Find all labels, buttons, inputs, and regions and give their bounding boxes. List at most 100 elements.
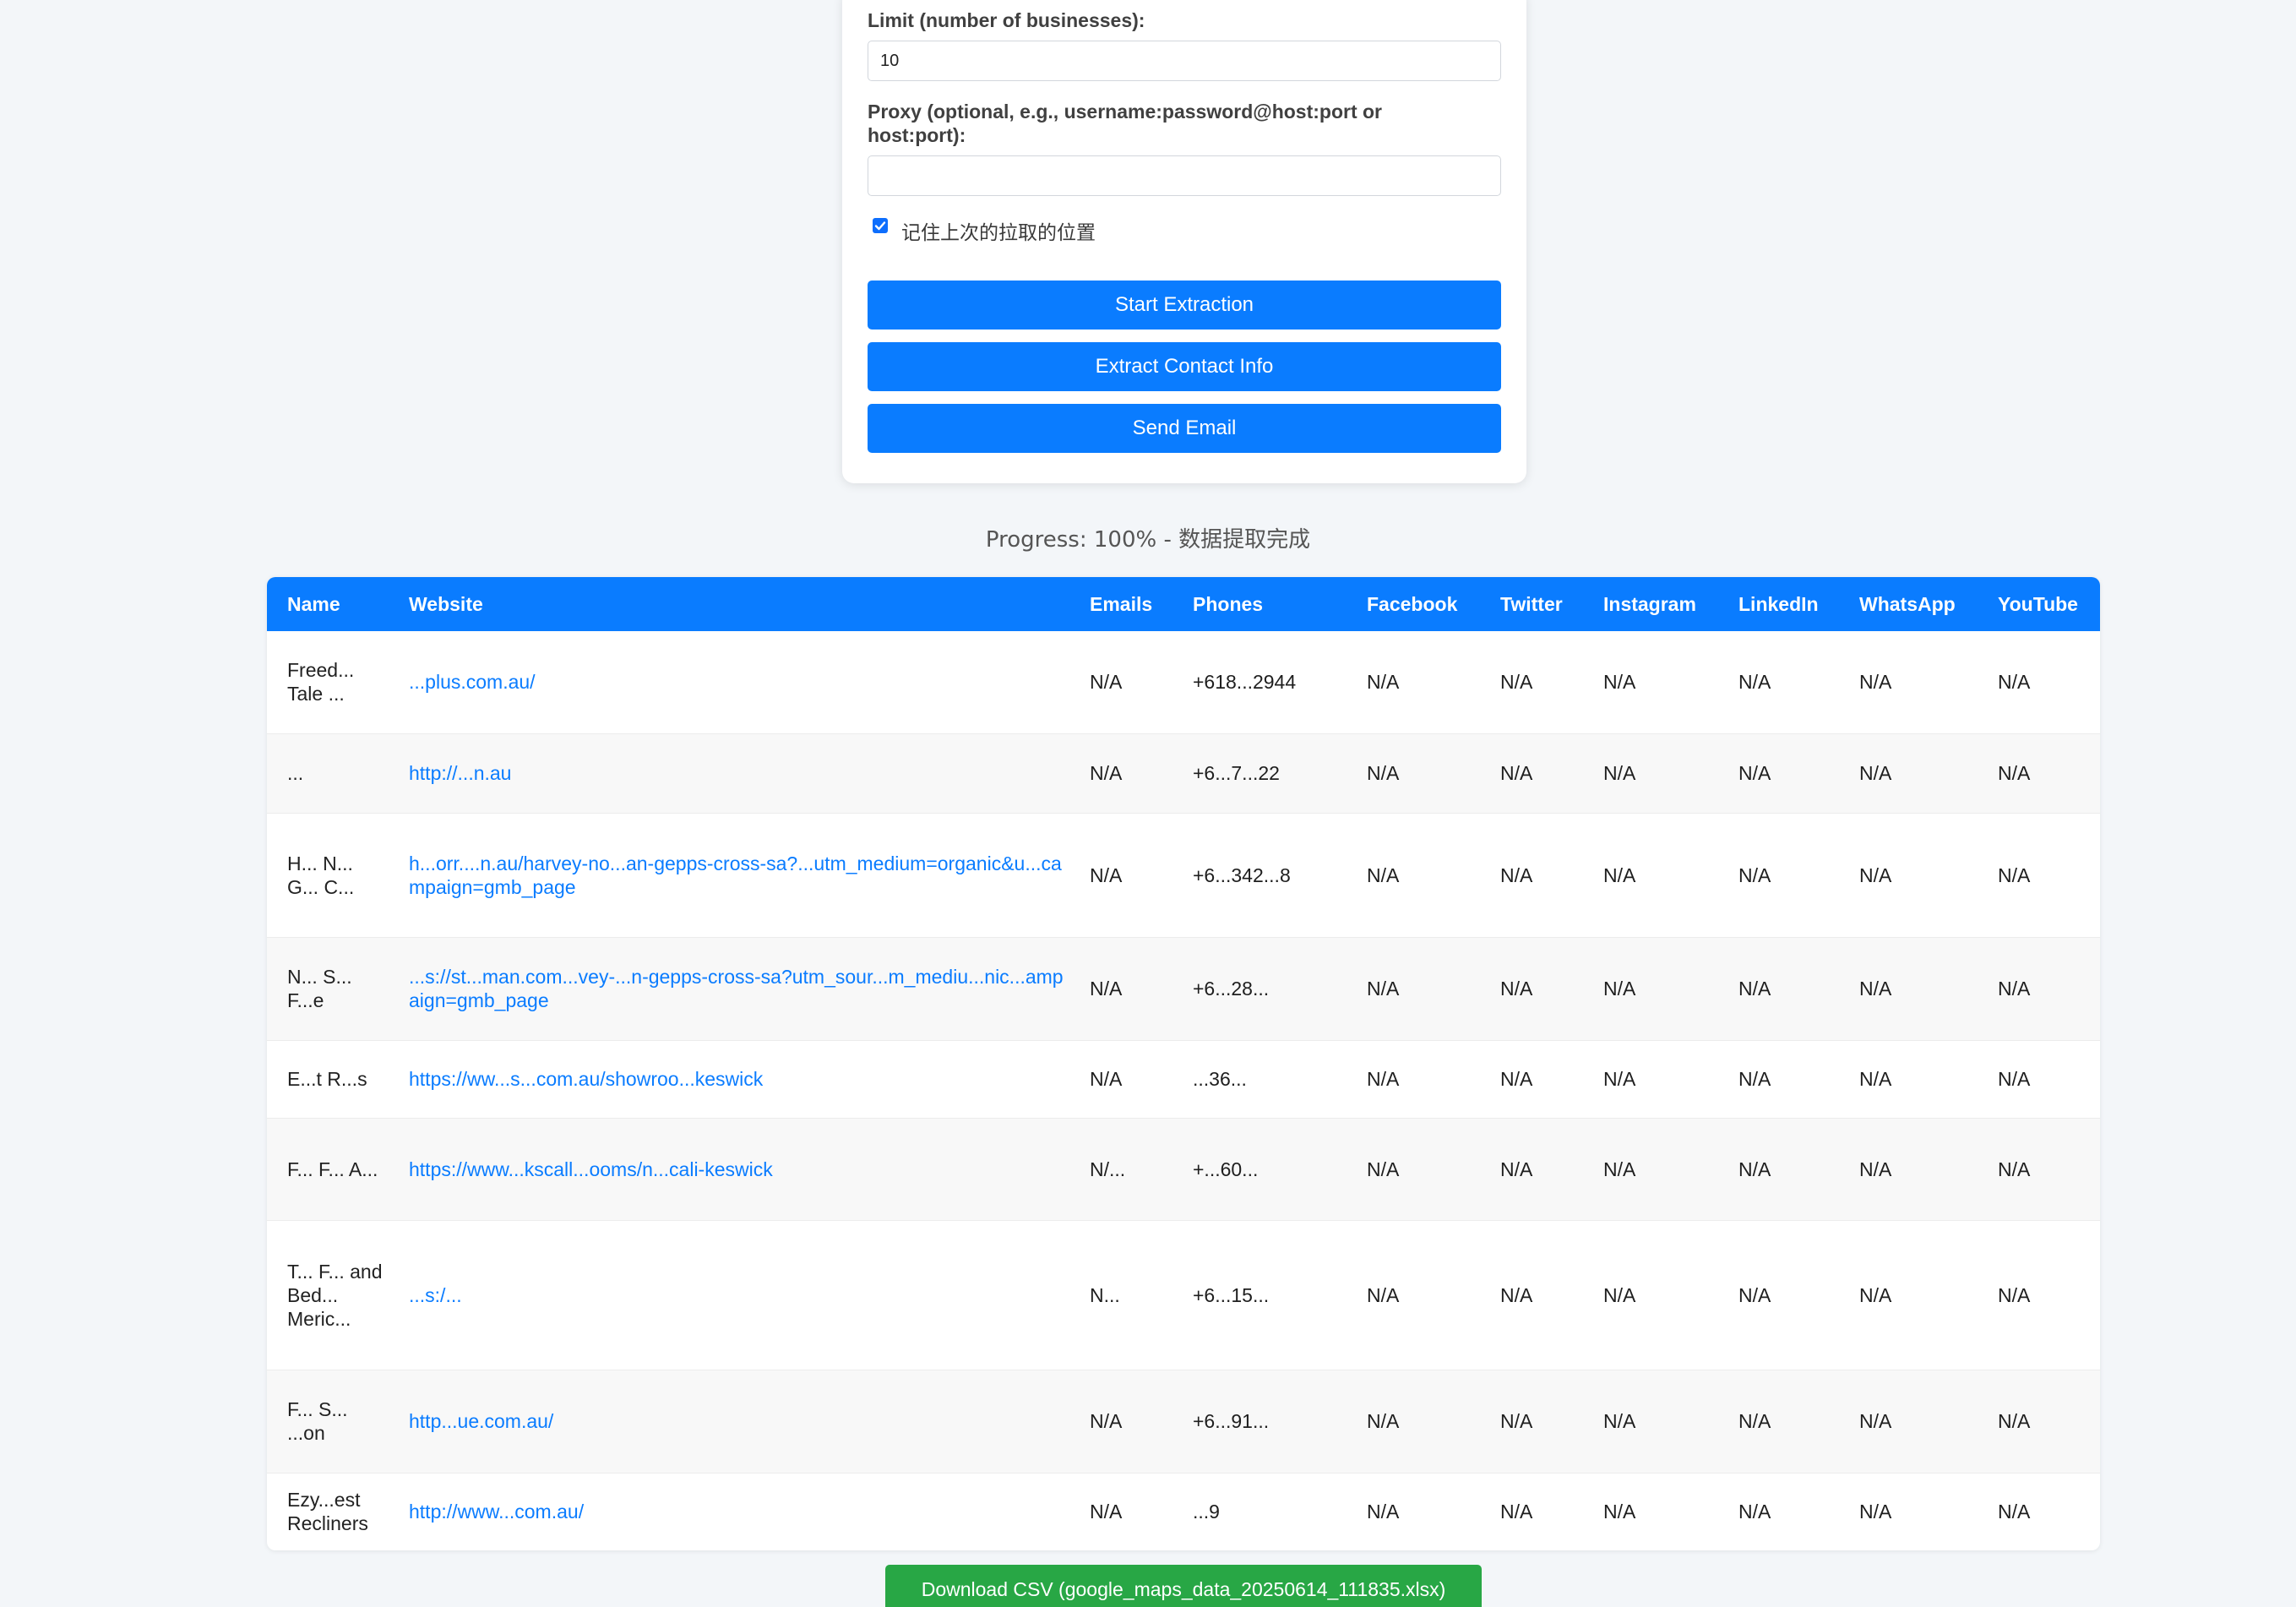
youtube-cell: N/A	[1978, 1473, 2100, 1550]
linkedin-cell: N/A	[1718, 1040, 1839, 1119]
extract-contact-info-button[interactable]: Extract Contact Info	[868, 342, 1501, 391]
website-cell: http://...n.au	[389, 733, 1069, 814]
youtube-cell: N/A	[1978, 1220, 2100, 1370]
website-link[interactable]: http://...n.au	[409, 762, 511, 784]
website-cell: ...s:/...	[389, 1220, 1069, 1370]
twitter-cell: N/A	[1480, 733, 1583, 814]
table-row: F... F... A... https://www...kscall...oo…	[267, 1118, 2100, 1221]
send-email-button[interactable]: Send Email	[868, 404, 1501, 453]
website-link[interactable]: h...orr....n.au/harvey-no...an-gepps-cro…	[409, 853, 1062, 898]
business-name-cell: T... F... and Bed... Meric...	[267, 1220, 389, 1370]
website-cell: https://ww...s...com.au/showroo...keswic…	[389, 1040, 1069, 1119]
facebook-cell: N/A	[1347, 1220, 1480, 1370]
whatsapp-cell: N/A	[1839, 1220, 1978, 1370]
remember-position-row: 记住上次的拉取的位置	[868, 216, 1501, 245]
phones-cell: +6...28...	[1172, 937, 1347, 1041]
linkedin-cell: N/A	[1718, 1473, 1839, 1550]
table-header-row: Name Website Emails Phones Facebook Twit…	[267, 577, 2100, 631]
phones-cell: +...60...	[1172, 1118, 1347, 1221]
column-header: Name	[287, 592, 340, 615]
whatsapp-cell: N/A	[1839, 631, 1978, 734]
table-row: H... N... G... C... h...orr....n.au/harv…	[267, 813, 2100, 938]
instagram-cell: N/A	[1583, 1220, 1718, 1370]
twitter-cell: N/A	[1480, 813, 1583, 938]
emails-cell: N/A	[1069, 937, 1172, 1041]
linkedin-cell: N/A	[1718, 1370, 1839, 1474]
whatsapp-cell: N/A	[1839, 1040, 1978, 1119]
phones-cell: ...9	[1172, 1473, 1347, 1550]
table-row: ... http://...n.au N/A +6...7...22 N/A N…	[267, 733, 2100, 814]
youtube-cell: N/A	[1978, 1370, 2100, 1474]
instagram-cell: N/A	[1583, 733, 1718, 814]
twitter-cell: N/A	[1480, 937, 1583, 1041]
column-header: Phones	[1193, 592, 1264, 615]
table-row: T... F... and Bed... Meric... ...s:/... …	[267, 1220, 2100, 1370]
website-link[interactable]: ...s:/...	[409, 1284, 462, 1306]
results-table-container: Name Website Emails Phones Facebook Twit…	[267, 577, 2100, 1550]
emails-cell: N/A	[1069, 1473, 1172, 1550]
business-name-cell: N... S... F...e	[267, 937, 389, 1041]
linkedin-cell: N/A	[1718, 733, 1839, 814]
youtube-cell: N/A	[1978, 1118, 2100, 1221]
phones-cell: +618...2944	[1172, 631, 1347, 734]
website-link[interactable]: ...s://st...man.com...vey-...n-gepps-cro…	[409, 966, 1064, 1011]
website-cell: ...s://st...man.com...vey-...n-gepps-cro…	[389, 937, 1069, 1041]
linkedin-cell: N/A	[1718, 1118, 1839, 1221]
website-cell: ...plus.com.au/	[389, 631, 1069, 734]
facebook-cell: N/A	[1347, 1473, 1480, 1550]
phones-cell: +6...7...22	[1172, 733, 1347, 814]
facebook-cell: N/A	[1347, 813, 1480, 938]
youtube-cell: N/A	[1978, 733, 2100, 814]
linkedin-cell: N/A	[1718, 1220, 1839, 1370]
progress-text: Progress: 100% - 数据提取完成	[985, 527, 1311, 553]
table-row: F... S... ...on http...ue.com.au/ N/A +6…	[267, 1370, 2100, 1474]
limit-label: Limit (number of businesses):	[868, 9, 1145, 31]
start-extraction-button[interactable]: Start Extraction	[868, 281, 1501, 330]
whatsapp-cell: N/A	[1839, 1473, 1978, 1550]
linkedin-cell: N/A	[1718, 631, 1839, 734]
table-row: Ezy...est Recliners http://www...com.au/…	[267, 1473, 2100, 1550]
twitter-cell: N/A	[1480, 631, 1583, 734]
emails-cell: N/A	[1069, 1040, 1172, 1119]
emails-cell: N/A	[1069, 733, 1172, 814]
website-cell: http...ue.com.au/	[389, 1370, 1069, 1474]
youtube-cell: N/A	[1978, 813, 2100, 938]
instagram-cell: N/A	[1583, 1370, 1718, 1474]
whatsapp-cell: N/A	[1839, 1370, 1978, 1474]
website-cell: h...orr....n.au/harvey-no...an-gepps-cro…	[389, 813, 1069, 938]
column-header: Twitter	[1500, 592, 1563, 615]
table-row: N... S... F...e ...s://st...man.com...ve…	[267, 937, 2100, 1041]
business-name-cell: H... N... G... C...	[267, 813, 389, 938]
remember-position-checkbox[interactable]	[873, 218, 888, 233]
instagram-cell: N/A	[1583, 813, 1718, 938]
youtube-cell: N/A	[1978, 1040, 2100, 1119]
extraction-form-card: Limit (number of businesses): Proxy (opt…	[842, 0, 1526, 483]
website-link[interactable]: ...plus.com.au/	[409, 671, 536, 693]
facebook-cell: N/A	[1347, 1040, 1480, 1119]
facebook-cell: N/A	[1347, 733, 1480, 814]
proxy-input[interactable]	[868, 155, 1501, 196]
website-cell: https://www...kscall...ooms/n...cali-kes…	[389, 1118, 1069, 1221]
column-header: Website	[409, 592, 483, 615]
checkmark-icon	[874, 221, 886, 231]
website-link[interactable]: https://ww...s...com.au/showroo...keswic…	[409, 1068, 763, 1090]
column-header: WhatsApp	[1859, 592, 1956, 615]
table-row: E...t R...s https://ww...s...com.au/show…	[267, 1040, 2100, 1119]
facebook-cell: N/A	[1347, 1370, 1480, 1474]
twitter-cell: N/A	[1480, 1473, 1583, 1550]
business-name-cell: F... F... A...	[267, 1118, 389, 1221]
website-link[interactable]: https://www...kscall...ooms/n...cali-kes…	[409, 1158, 773, 1180]
whatsapp-cell: N/A	[1839, 1118, 1978, 1221]
youtube-cell: N/A	[1978, 937, 2100, 1041]
website-link[interactable]: http...ue.com.au/	[409, 1410, 553, 1432]
facebook-cell: N/A	[1347, 631, 1480, 734]
website-link[interactable]: http://www...com.au/	[409, 1501, 584, 1523]
remember-position-label: 记住上次的拉取的位置	[901, 222, 1096, 244]
facebook-cell: N/A	[1347, 937, 1480, 1041]
instagram-cell: N/A	[1583, 631, 1718, 734]
instagram-cell: N/A	[1583, 1473, 1718, 1550]
limit-input[interactable]	[868, 41, 1501, 81]
emails-cell: N/A	[1069, 631, 1172, 734]
column-header: LinkedIn	[1738, 592, 1819, 615]
download-csv-button[interactable]: Download CSV (google_maps_data_20250614_…	[885, 1565, 1482, 1607]
